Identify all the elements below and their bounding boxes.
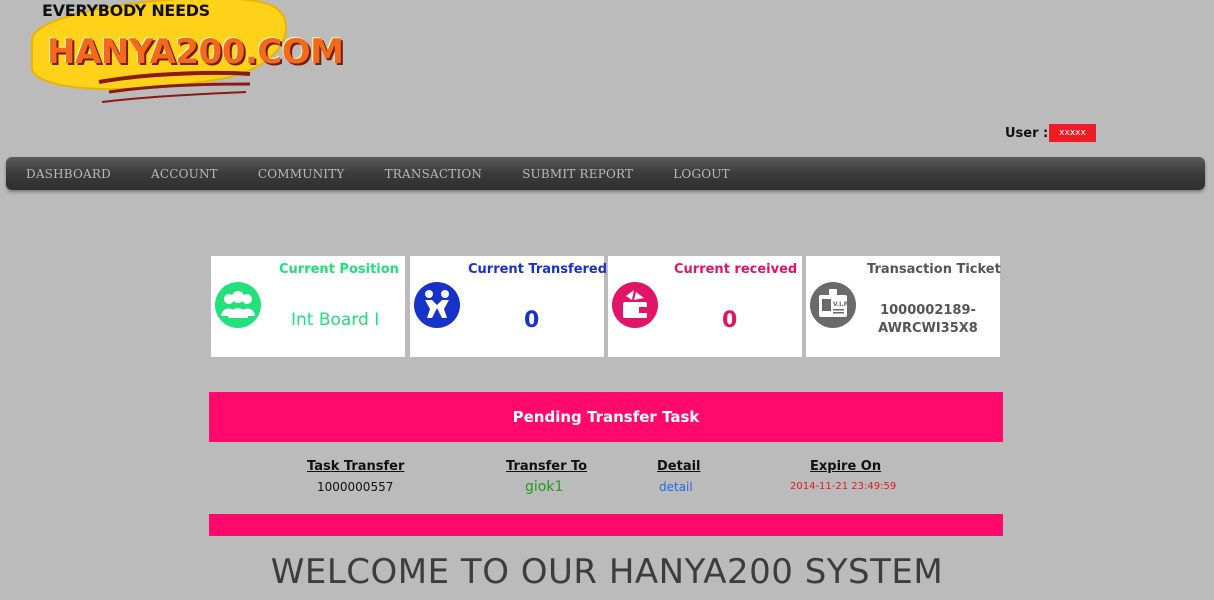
- card-title: Transaction Ticket: [867, 262, 1001, 277]
- card-transaction-ticket: V.I.P Transaction Ticket 1000002189- AWR…: [806, 256, 1001, 357]
- card-current-received: Current received 0: [608, 256, 802, 357]
- group-icon: [215, 282, 261, 328]
- header-detail: Detail: [657, 459, 701, 474]
- card-current-position: Current Position Int Board I: [211, 256, 405, 357]
- user-name-badge[interactable]: xxxxx: [1049, 124, 1096, 142]
- card-value: Int Board I: [291, 310, 380, 330]
- card-current-transfered: Current Transfered 0: [410, 256, 608, 357]
- pending-transfer-header: Pending Transfer Task: [209, 392, 1003, 442]
- cell-task-transfer: 1000000557: [317, 480, 394, 494]
- card-value: 0: [722, 308, 738, 333]
- ticket-line-2: AWRCWI35X8: [878, 321, 978, 336]
- nav-dashboard[interactable]: DASHBOARD: [6, 167, 131, 181]
- card-value: 1000002189- AWRCWI35X8: [806, 302, 1000, 338]
- card-title: Current Transfered: [468, 262, 608, 277]
- user-label: User :: [1005, 126, 1049, 141]
- cell-transfer-to: giok1: [525, 479, 564, 495]
- header-transfer-to: Transfer To: [506, 459, 588, 474]
- pending-footer-bar: [209, 514, 1003, 536]
- nav-account[interactable]: ACCOUNT: [131, 167, 238, 181]
- welcome-heading: WELCOME TO OUR HANYA200 SYSTEM: [270, 552, 944, 592]
- header-expire-on: Expire On: [810, 459, 882, 474]
- card-value: 0: [524, 308, 540, 333]
- cell-expire-on: 2014-11-21 23:49:59: [790, 481, 897, 492]
- nav-community[interactable]: COMMUNITY: [238, 167, 365, 181]
- logo-tagline: EVERYBODY NEEDS: [42, 1, 210, 20]
- handshake-icon: [414, 282, 460, 328]
- card-title: Current received: [674, 262, 798, 277]
- ticket-line-1: 1000002189-: [880, 303, 976, 318]
- detail-link[interactable]: detail: [659, 480, 693, 494]
- nav-transaction[interactable]: TRANSACTION: [365, 167, 503, 181]
- wallet-icon: [612, 282, 658, 328]
- header-task-transfer: Task Transfer: [307, 459, 405, 474]
- site-logo[interactable]: EVERYBODY NEEDS HANYA200.COM: [14, 0, 344, 108]
- nav-submit-report[interactable]: SUBMIT REPORT: [502, 167, 653, 181]
- nav-logout[interactable]: LOGOUT: [653, 167, 750, 181]
- main-nav: DASHBOARD ACCOUNT COMMUNITY TRANSACTION …: [6, 157, 1205, 190]
- card-title: Current Position: [279, 262, 399, 277]
- logo-wordmark: HANYA200.COM: [47, 32, 344, 72]
